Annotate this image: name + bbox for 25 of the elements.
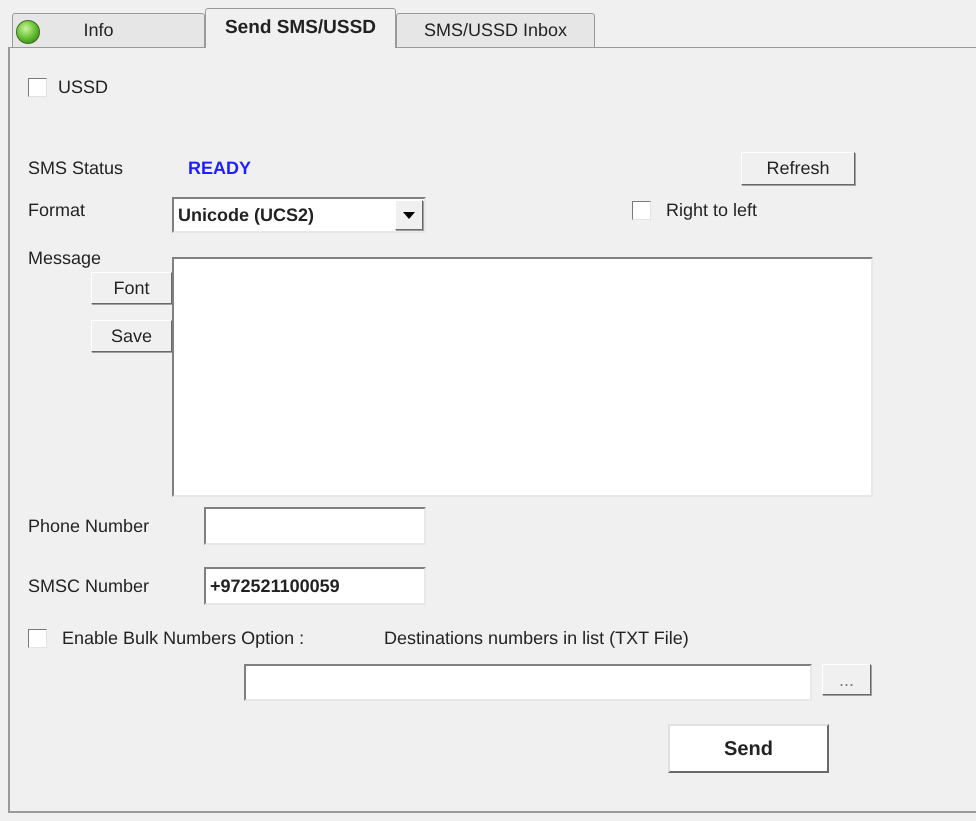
smsc-number-label: SMSC Number	[28, 574, 150, 598]
message-label: Message	[28, 247, 102, 270]
format-dropdown[interactable]: Unicode (UCS2)	[172, 197, 426, 233]
format-label: Format	[28, 199, 86, 222]
smsc-number-field[interactable]: +972521100059	[204, 567, 426, 605]
sms-status-value: READY	[188, 156, 252, 180]
ussd-label: USSD	[58, 76, 108, 99]
tab[interactable]: SMS/USSD Inbox	[396, 13, 595, 47]
ussd-checkbox[interactable]	[28, 78, 47, 97]
send-button[interactable]: Send	[668, 724, 829, 773]
phone-number-label: Phone Number	[28, 514, 150, 538]
right-to-left-label: Right to left	[666, 199, 758, 222]
message-button[interactable]: Font	[91, 272, 172, 304]
sms-status-label: SMS Status	[28, 156, 124, 180]
phone-number-field[interactable]	[204, 507, 426, 545]
file-path-field[interactable]	[244, 664, 812, 701]
bulk-numbers-checkbox[interactable]	[28, 629, 47, 648]
tab[interactable]: Info	[12, 13, 205, 47]
browse-button[interactable]: ...	[822, 664, 871, 695]
message-button[interactable]: Save	[91, 320, 172, 352]
destinations-label: Destinations numbers in list (TXT File)	[384, 627, 689, 650]
tab[interactable]: Send SMS/USSD	[205, 8, 396, 48]
bulk-numbers-label: Enable Bulk Numbers Option :	[62, 627, 306, 650]
right-to-left-checkbox[interactable]	[632, 201, 651, 220]
refresh-button[interactable]: Refresh	[741, 152, 856, 184]
